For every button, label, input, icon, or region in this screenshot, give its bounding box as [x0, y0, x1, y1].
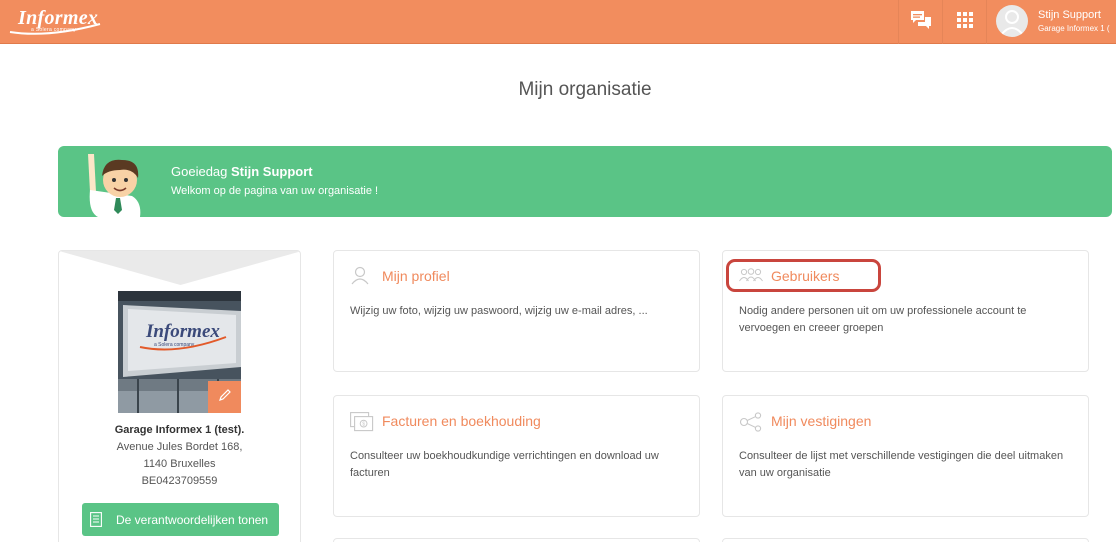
organization-street: Avenue Jules Bordet 168,: [116, 441, 243, 453]
greeting-prefix: Goeiedag: [171, 164, 228, 179]
profile-icon: [350, 265, 370, 290]
user-organization: Garage Informex 1 (: [1038, 24, 1110, 33]
card-my-profile[interactable]: Mijn profiel Wijzig uw foto, wijzig uw p…: [333, 250, 700, 372]
greeting-name: Stijn Support: [231, 164, 313, 179]
card-title[interactable]: Mijn vestigingen: [771, 413, 871, 429]
document-icon: [90, 512, 102, 530]
user-avatar-icon: [996, 5, 1028, 37]
users-icon: [739, 268, 763, 287]
organization-card: Informex a Solera company Garage Informe…: [58, 250, 301, 542]
banner-welcome-text: Welkom op de pagina van uw organisatie !: [171, 185, 379, 197]
organization-vat: BE0423709559: [141, 475, 218, 487]
branches-icon: [739, 412, 763, 437]
organization-name: Garage Informex 1 (test).: [114, 424, 245, 436]
user-name: Stijn Support: [1038, 9, 1101, 21]
chat-icon: [910, 10, 932, 35]
card-title[interactable]: Gebruikers: [771, 268, 839, 284]
page-title: Mijn organisatie: [518, 79, 652, 100]
card-invoices-accounting[interactable]: $ Facturen en boekhouding Consulteer uw …: [333, 395, 700, 517]
card-header-shape: [59, 251, 300, 285]
card-partial-right[interactable]: [722, 538, 1089, 542]
show-responsibles-label: De verantwoordelijken tonen: [116, 513, 269, 527]
invoice-icon: $: [350, 412, 374, 437]
top-bar: Informex a Solera company Stijn Support …: [0, 0, 1116, 44]
logo-subtext: a Solera company: [31, 27, 77, 33]
card-partial-left[interactable]: [333, 538, 700, 542]
edit-photo-button[interactable]: [208, 381, 241, 413]
chat-button[interactable]: [898, 0, 942, 44]
svg-text:$: $: [362, 422, 365, 428]
card-description: Wijzig uw foto, wijzig uw paswoord, wijz…: [350, 305, 648, 317]
apps-grid-icon: [956, 11, 973, 33]
banner-greeting: Goeiedag Stijn Support: [171, 164, 313, 179]
card-description: Consulteer de lijst met verschillende ve…: [739, 450, 1064, 479]
user-menu[interactable]: Stijn Support Garage Informex 1 (: [986, 0, 1116, 44]
card-description: Nodig andere personen uit om uw professi…: [739, 305, 1027, 334]
photo-sign-text: Informex: [145, 321, 220, 342]
card-title[interactable]: Facturen en boekhouding: [382, 413, 541, 429]
card-description: Consulteer uw boekhoudkundige verrichtin…: [350, 450, 659, 479]
organization-city: 1140 Bruxelles: [143, 458, 216, 470]
show-responsibles-button[interactable]: De verantwoordelijken tonen: [82, 503, 279, 536]
apps-button[interactable]: [942, 0, 986, 44]
informex-logo[interactable]: Informex a Solera company: [8, 6, 108, 36]
card-users[interactable]: Gebruikers Nodig andere personen uit om …: [722, 250, 1089, 372]
card-my-branches[interactable]: Mijn vestigingen Consulteer de lijst met…: [722, 395, 1089, 517]
pencil-icon: [218, 388, 232, 407]
card-title[interactable]: Mijn profiel: [382, 268, 450, 284]
mascot-illustration: [80, 152, 150, 217]
welcome-banner: Goeiedag Stijn Support Welkom op de pagi…: [58, 146, 1112, 217]
